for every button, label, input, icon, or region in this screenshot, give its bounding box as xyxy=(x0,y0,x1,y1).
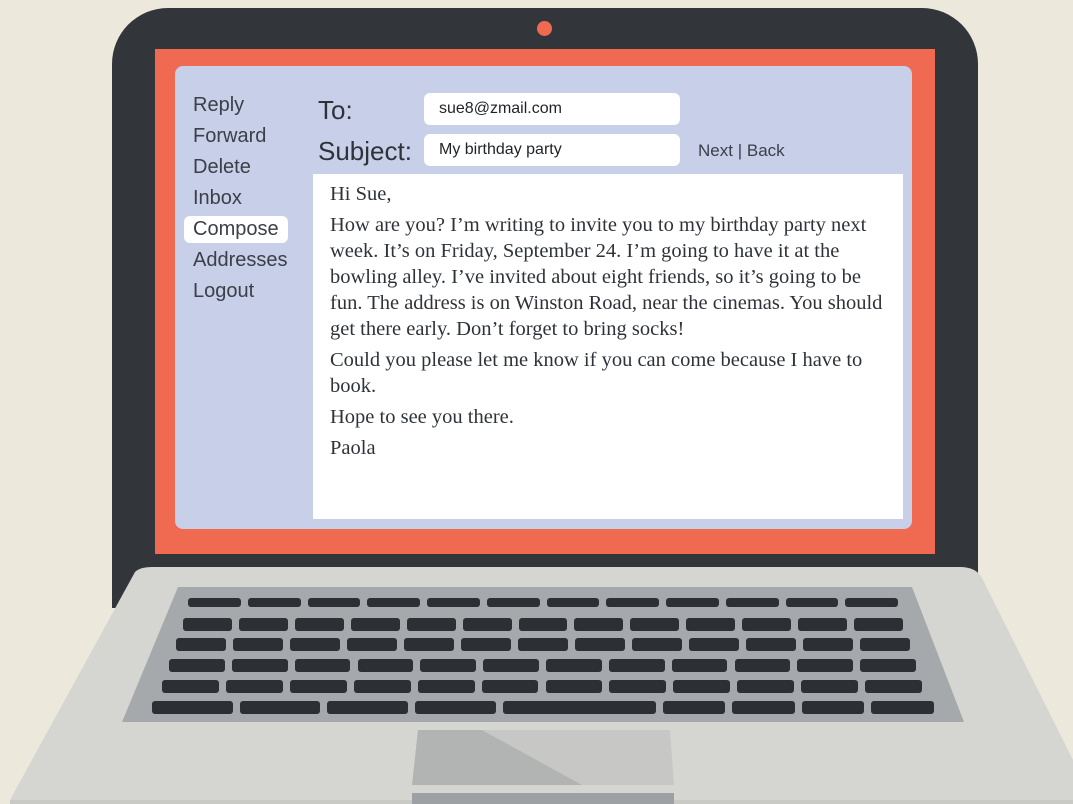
keyboard-key xyxy=(865,680,922,693)
keyboard-key xyxy=(797,659,854,672)
keyboard-key xyxy=(798,618,848,631)
keyboard-key xyxy=(162,680,219,693)
keyboard-key xyxy=(290,638,340,651)
keyboard-key xyxy=(417,680,475,693)
keyboard-key xyxy=(609,680,667,693)
keyboard-key xyxy=(671,659,728,672)
keyboard-key xyxy=(188,598,241,607)
front-lip xyxy=(412,793,674,804)
keyboard-key xyxy=(689,638,739,651)
keyboard-key xyxy=(347,638,397,651)
keyboard-key xyxy=(233,638,283,651)
keyboard-key xyxy=(294,659,351,672)
keyboard-key xyxy=(307,598,361,607)
keyboard-key xyxy=(420,659,477,672)
trackpad[interactable] xyxy=(412,730,674,785)
keyboard-key xyxy=(152,701,233,714)
keyboard-key xyxy=(502,701,656,714)
keyboard-key xyxy=(486,598,540,607)
keyboard-key xyxy=(574,618,624,631)
keyboard-key xyxy=(606,598,659,607)
keyboard-key xyxy=(518,638,568,651)
keyboard-key xyxy=(666,598,719,607)
keyboard-key xyxy=(742,618,792,631)
keyboard-key xyxy=(231,659,288,672)
keyboard-key xyxy=(785,598,839,607)
keyboard-key xyxy=(239,701,321,714)
keyboard-key xyxy=(662,701,726,714)
keyboard-key xyxy=(357,659,414,672)
keyboard-key xyxy=(746,638,796,651)
keyboard-key xyxy=(353,680,411,693)
keyboard-key xyxy=(238,618,288,631)
keyboard-key xyxy=(737,680,795,693)
keyboard-key xyxy=(860,638,910,651)
keyboard-key xyxy=(289,680,347,693)
keyboard-key xyxy=(367,598,420,607)
keyboard-key xyxy=(350,618,400,631)
keyboard-key xyxy=(845,598,898,607)
keyboard-key xyxy=(608,659,665,672)
keyboard-key xyxy=(860,659,916,672)
keyboard-key xyxy=(247,598,301,607)
keyboard-key xyxy=(415,701,496,714)
keyboard-key xyxy=(427,598,480,607)
keyboard-key xyxy=(183,618,232,631)
keyboard-key xyxy=(483,659,539,672)
keyboard xyxy=(0,0,1073,804)
keyboard-key xyxy=(481,680,539,693)
keyboard-key xyxy=(518,618,568,631)
keyboard-key xyxy=(803,638,853,651)
keyboard-key xyxy=(225,680,283,693)
keyboard-key xyxy=(801,701,865,714)
keyboard-key xyxy=(546,598,600,607)
keyboard-key xyxy=(546,659,602,672)
keyboard-key xyxy=(575,638,625,651)
keyboard-key xyxy=(732,701,795,714)
keyboard-key xyxy=(871,701,934,714)
keyboard-key xyxy=(686,618,736,631)
keyboard-key xyxy=(854,618,903,631)
keyboard-key xyxy=(176,638,226,651)
keyboard-key xyxy=(725,598,779,607)
keyboard-key xyxy=(801,680,859,693)
keyboard-key xyxy=(632,638,682,651)
keyboard-key xyxy=(294,618,344,631)
keyboard-key xyxy=(404,638,454,651)
keyboard-key xyxy=(461,638,511,651)
keyboard-key xyxy=(406,618,456,631)
keyboard-key xyxy=(169,659,225,672)
keyboard-key xyxy=(630,618,680,631)
keyboard-key xyxy=(327,701,408,714)
keyboard-key xyxy=(734,659,791,672)
keyboard-key xyxy=(462,618,512,631)
keyboard-key xyxy=(545,680,603,693)
keyboard-key xyxy=(673,680,731,693)
